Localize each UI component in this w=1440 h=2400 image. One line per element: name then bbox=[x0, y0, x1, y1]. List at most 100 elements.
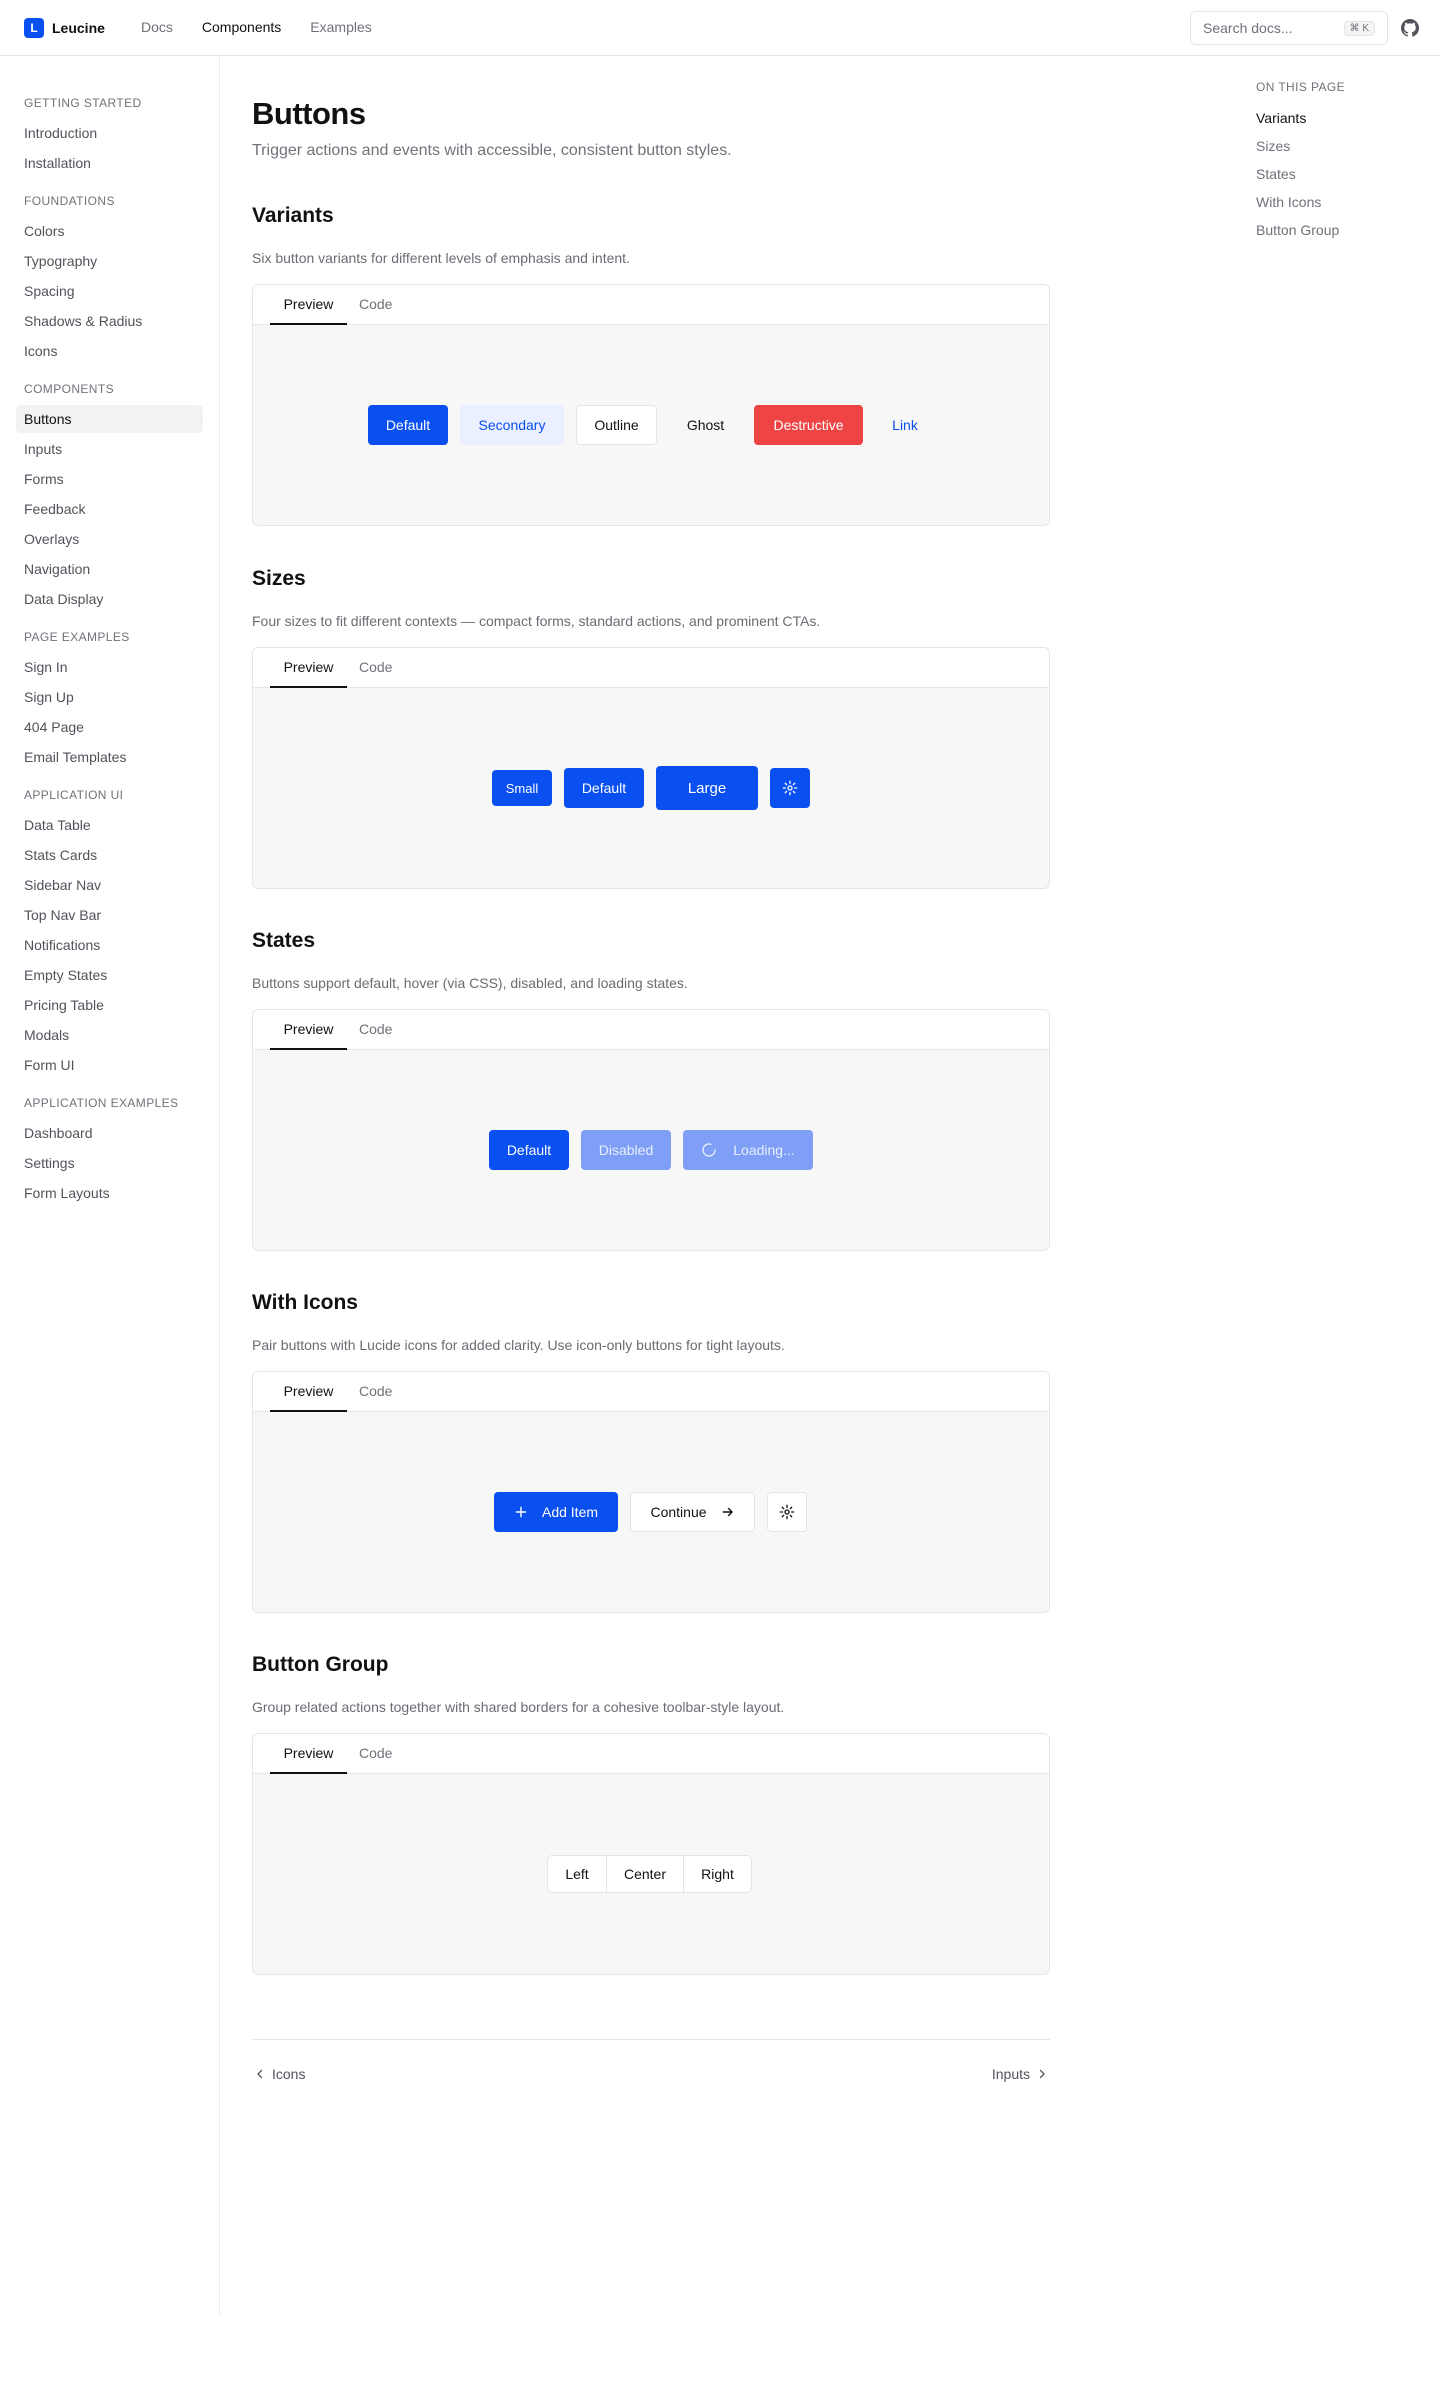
sidebar-item-sign-up[interactable]: Sign Up bbox=[16, 683, 203, 711]
sidebar-item-top-nav-bar[interactable]: Top Nav Bar bbox=[16, 901, 203, 929]
toc-item-with-icons[interactable]: With Icons bbox=[1256, 194, 1321, 210]
on-this-page: ON THIS PAGE Variants Sizes States With … bbox=[1256, 80, 1426, 238]
top-nav: Docs Components Examples bbox=[141, 19, 372, 35]
tab-code[interactable]: Code bbox=[359, 1383, 392, 1399]
panel-body: Add Item Continue bbox=[253, 1412, 1049, 1612]
sidebar-item-forms[interactable]: Forms bbox=[16, 465, 203, 493]
section-desc-sizes: Four sizes to fit different contexts — c… bbox=[252, 613, 821, 629]
group-left-button[interactable]: Left bbox=[548, 1856, 606, 1892]
nav-docs[interactable]: Docs bbox=[141, 19, 173, 35]
panel-body: Default Disabled Loading... bbox=[253, 1050, 1049, 1250]
sidebar-item-settings[interactable]: Settings bbox=[16, 1149, 203, 1177]
sidebar-item-data-table[interactable]: Data Table bbox=[16, 811, 203, 839]
add-item-button[interactable]: Add Item bbox=[494, 1492, 618, 1532]
section-desc-button-group: Group related actions together with shar… bbox=[252, 1699, 785, 1715]
tab-preview[interactable]: Preview bbox=[270, 296, 347, 325]
outline-button[interactable]: Outline bbox=[576, 405, 657, 445]
nav-examples[interactable]: Examples bbox=[310, 19, 371, 35]
sidebar-item-inputs[interactable]: Inputs bbox=[16, 435, 203, 463]
panel-body: Left Center Right bbox=[253, 1774, 1049, 1974]
settings-icon-button[interactable] bbox=[767, 1492, 807, 1532]
section-title-variants: Variants bbox=[252, 204, 334, 227]
next-page-link[interactable]: Inputs bbox=[992, 2066, 1048, 2082]
ghost-button[interactable]: Ghost bbox=[669, 405, 742, 445]
github-icon[interactable] bbox=[1401, 19, 1419, 37]
sidebar-item-notifications[interactable]: Notifications bbox=[16, 931, 203, 959]
sidebar-item-email-templates[interactable]: Email Templates bbox=[16, 743, 203, 771]
toc-item-states[interactable]: States bbox=[1256, 166, 1296, 182]
top-header: L Leucine Docs Components Examples Searc… bbox=[0, 0, 1440, 56]
next-page-label: Inputs bbox=[991, 2066, 1030, 2082]
sidebar-group-label: APPLICATION EXAMPLES bbox=[24, 1096, 179, 1110]
sidebar-item-buttons[interactable]: Buttons bbox=[16, 405, 203, 433]
secondary-button[interactable]: Secondary bbox=[460, 405, 564, 445]
default-size-button[interactable]: Default bbox=[564, 768, 644, 808]
prev-page-label: Icons bbox=[272, 2066, 306, 2082]
sidebar-item-icons[interactable]: Icons bbox=[16, 337, 203, 365]
default-state-button[interactable]: Default bbox=[489, 1130, 569, 1170]
link-button[interactable]: Link bbox=[875, 405, 935, 445]
group-right-button[interactable]: Right bbox=[683, 1856, 751, 1892]
sidebar-item-modals[interactable]: Modals bbox=[16, 1021, 203, 1049]
sidebar-item-shadows-radius[interactable]: Shadows & Radius bbox=[16, 307, 203, 335]
sidebar-item-spacing[interactable]: Spacing bbox=[16, 277, 203, 305]
sidebar-item-navigation[interactable]: Navigation bbox=[16, 555, 203, 583]
sidebar-item-pricing-table[interactable]: Pricing Table bbox=[16, 991, 203, 1019]
tab-preview[interactable]: Preview bbox=[270, 1021, 347, 1050]
section-title-with-icons: With Icons bbox=[252, 1291, 358, 1314]
continue-button[interactable]: Continue bbox=[630, 1492, 755, 1532]
chevron-left-icon bbox=[257, 2069, 263, 2079]
button-group: Left Center Right bbox=[547, 1855, 752, 1893]
panel-body: Default Secondary Outline Ghost Destruct… bbox=[253, 325, 1049, 525]
brand-logo[interactable]: L Leucine bbox=[24, 18, 105, 38]
toc-label: ON THIS PAGE bbox=[1256, 80, 1346, 94]
toc-item-variants[interactable]: Variants bbox=[1256, 110, 1306, 126]
panel-tabs: Preview Code bbox=[253, 648, 1049, 688]
sidebar-group-label: COMPONENTS bbox=[24, 382, 115, 396]
sidebar-item-form-layouts[interactable]: Form Layouts bbox=[16, 1179, 203, 1207]
logo-mark: L bbox=[24, 18, 44, 38]
prev-page-link[interactable]: Icons bbox=[254, 2066, 305, 2082]
sidebar-item-form-ui[interactable]: Form UI bbox=[16, 1051, 203, 1079]
sidebar-item-colors[interactable]: Colors bbox=[16, 217, 203, 245]
small-button[interactable]: Small bbox=[492, 770, 552, 806]
sidebar-item-dashboard[interactable]: Dashboard bbox=[16, 1119, 203, 1147]
tab-preview[interactable]: Preview bbox=[270, 1383, 347, 1412]
tab-code[interactable]: Code bbox=[359, 296, 392, 312]
toc-item-sizes[interactable]: Sizes bbox=[1256, 138, 1290, 154]
toc-item-button-group[interactable]: Button Group bbox=[1256, 222, 1339, 238]
group-center-button[interactable]: Center bbox=[606, 1856, 683, 1892]
sidebar-group-label: GETTING STARTED bbox=[24, 96, 142, 110]
sidebar: GETTING STARTED Introduction Installatio… bbox=[0, 56, 220, 2316]
sidebar-item-404-page[interactable]: 404 Page bbox=[16, 713, 203, 741]
sidebar-item-typography[interactable]: Typography bbox=[16, 247, 203, 275]
sidebar-item-data-display[interactable]: Data Display bbox=[16, 585, 203, 613]
destructive-button[interactable]: Destructive bbox=[754, 405, 863, 445]
icon-size-button[interactable] bbox=[770, 768, 810, 808]
search-shortcut: ⌘ K bbox=[1343, 20, 1375, 36]
sidebar-item-sign-in[interactable]: Sign In bbox=[16, 653, 203, 681]
sidebar-group-label: APPLICATION UI bbox=[24, 788, 124, 802]
loader-icon bbox=[702, 1143, 716, 1157]
tab-code[interactable]: Code bbox=[359, 659, 392, 675]
sidebar-item-installation[interactable]: Installation bbox=[16, 149, 203, 177]
tab-preview[interactable]: Preview bbox=[270, 1745, 347, 1774]
panel-tabs: Preview Code bbox=[253, 1372, 1049, 1412]
sidebar-item-overlays[interactable]: Overlays bbox=[16, 525, 203, 553]
sidebar-item-stats-cards[interactable]: Stats Cards bbox=[16, 841, 203, 869]
arrow-right-icon bbox=[722, 1507, 733, 1517]
sidebar-item-sidebar-nav[interactable]: Sidebar Nav bbox=[16, 871, 203, 899]
section-title-states: States bbox=[252, 929, 316, 952]
sidebar-item-empty-states[interactable]: Empty States bbox=[16, 961, 203, 989]
section-desc-with-icons: Pair buttons with Lucide icons for added… bbox=[252, 1337, 785, 1353]
page-title: Buttons bbox=[252, 96, 366, 131]
tab-code[interactable]: Code bbox=[359, 1021, 392, 1037]
tab-preview[interactable]: Preview bbox=[270, 659, 347, 688]
sidebar-item-introduction[interactable]: Introduction bbox=[16, 119, 203, 147]
default-button[interactable]: Default bbox=[368, 405, 448, 445]
tab-code[interactable]: Code bbox=[359, 1745, 392, 1761]
sidebar-item-feedback[interactable]: Feedback bbox=[16, 495, 203, 523]
nav-components[interactable]: Components bbox=[202, 19, 281, 35]
large-button[interactable]: Large bbox=[656, 766, 758, 810]
search-input[interactable]: Search docs... ⌘ K bbox=[1190, 11, 1388, 45]
